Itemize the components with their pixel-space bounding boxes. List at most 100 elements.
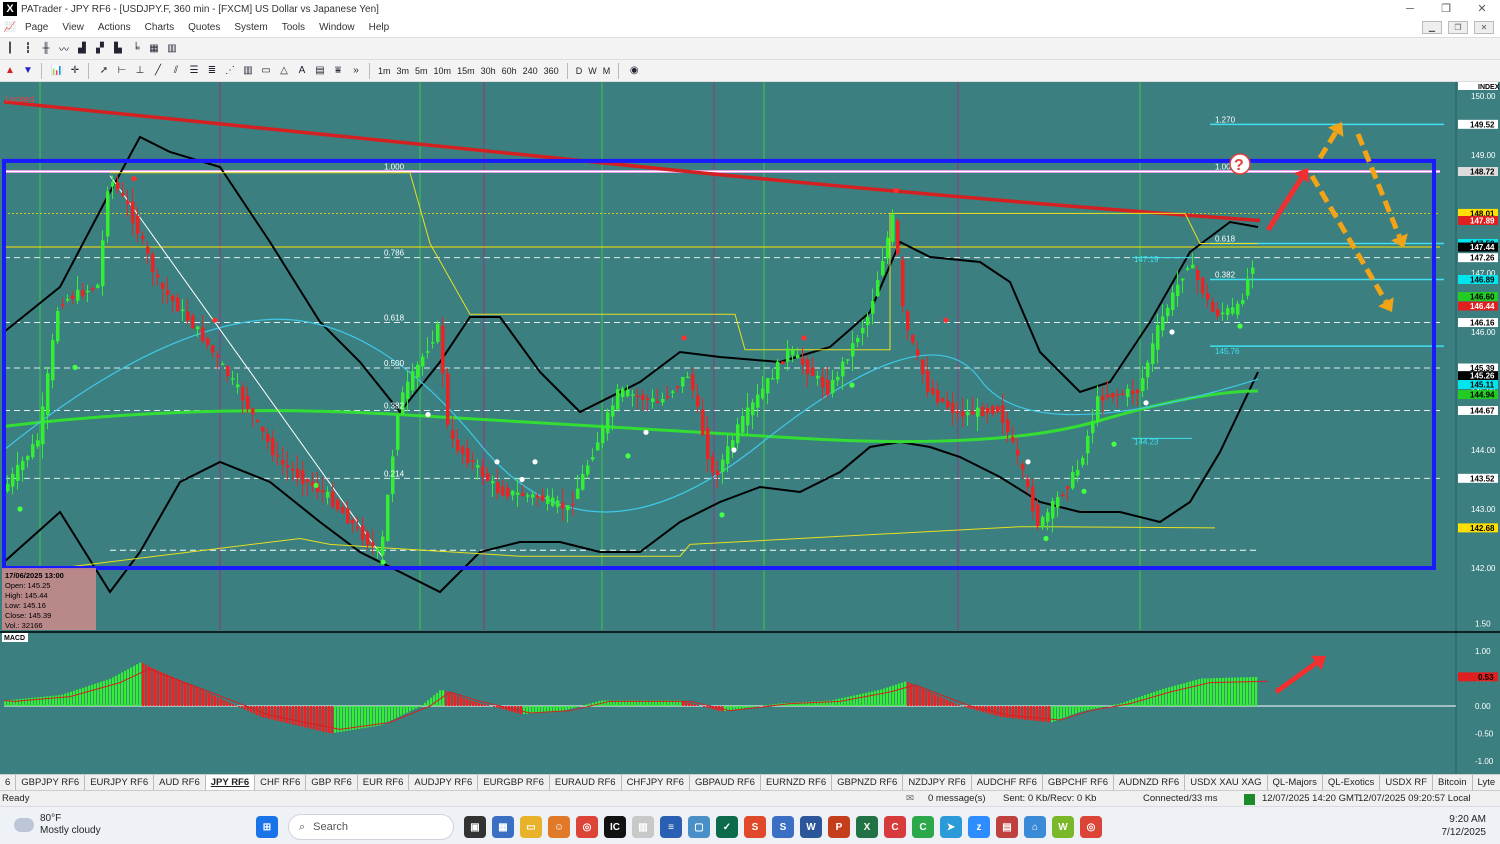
rectangle-icon[interactable]: ▭ [258,63,274,79]
order-icon[interactable]: ▼ [20,63,36,79]
timeframe-m[interactable]: M [600,66,614,76]
mdi-close-button[interactable]: ✕ [1474,21,1494,34]
symbol-tab[interactable]: Lyte [1473,775,1500,790]
clock[interactable]: 9:20 AM 7/12/2025 [1442,813,1487,839]
menu-system[interactable]: System [227,22,274,33]
symbol-tab[interactable]: EURAUD RF6 [550,775,622,790]
symbol-tab[interactable]: 6 [0,775,17,790]
price-chart[interactable]: 1.000 0.786 0.618 0.500 0.382 0.214 1.270 1.00 0… [0,82,1500,774]
area-chart-icon[interactable]: ▟ [74,41,90,57]
symbol-tab[interactable]: USDX RF [1380,775,1434,790]
screen-icon[interactable]: ▢ [688,816,710,838]
bar-chart-icon[interactable]: ┃ [2,41,18,57]
clock-icon[interactable]: ◉ [626,63,642,79]
mdi-restore-button[interactable]: ❐ [1448,21,1468,34]
symbol-tab[interactable]: NZDJPY RF6 [903,775,972,790]
heikin-ashi-icon[interactable]: ▞ [92,41,108,57]
channel-icon[interactable]: ⫽ [168,63,184,79]
app-box-icon[interactable]: ▤ [996,816,1018,838]
telegram-icon[interactable]: ➤ [940,816,962,838]
menu-charts[interactable]: Charts [138,22,181,33]
app-orange-icon[interactable]: ☺ [548,816,570,838]
app-c-green-icon[interactable]: C [912,816,934,838]
mdi-minimize-button[interactable]: ▁ [1422,21,1442,34]
powerpoint-icon[interactable]: P [828,816,850,838]
gann-icon[interactable]: ▥ [240,63,256,79]
trend-line-icon[interactable]: ╱ [150,63,166,79]
symbol-tab[interactable]: GBPCHF RF6 [1043,775,1115,790]
menu-page[interactable]: Page [18,22,55,33]
chrome-icon[interactable]: ◎ [576,816,598,838]
symbol-tab[interactable]: QL-Majors [1268,775,1323,790]
timeframe-3m[interactable]: 3m [394,66,413,76]
zoom-icon[interactable]: z [968,816,990,838]
file-explorer-icon[interactable]: ▭ [520,816,542,838]
buy-sell-icon[interactable]: ▲ [2,63,18,79]
timeframe-10m[interactable]: 10m [431,66,455,76]
renko-icon[interactable]: ▙ [110,41,126,57]
timeframe-360[interactable]: 360 [541,66,562,76]
search-box[interactable]: ⌕ Search [288,814,454,840]
pitchfork-icon[interactable]: ⩸ [330,63,346,79]
symbol-tab[interactable]: GBPJPY RF6 [16,775,86,790]
symbol-tab[interactable]: AUDCHF RF6 [972,775,1043,790]
menu-tools[interactable]: Tools [275,22,312,33]
symbol-tab[interactable]: QL-Exotics [1323,775,1381,790]
timeframe-1m[interactable]: 1m [375,66,394,76]
symbol-tab[interactable]: GBP RF6 [306,775,358,790]
symbol-tab[interactable]: CHF RF6 [255,775,307,790]
timeframe-5m[interactable]: 5m [412,66,431,76]
weather-widget[interactable]: 80°F Mostly cloudy [14,813,101,837]
timeframe-w[interactable]: W [585,66,600,76]
kagi-icon[interactable]: ╘ [128,41,144,57]
chart-menu-icon[interactable]: 📈 [2,20,18,36]
charts-app-icon[interactable]: ▥ [632,816,654,838]
trading-icon[interactable]: ✓ [716,816,738,838]
symbol-tab[interactable]: CHFJPY RF6 [622,775,690,790]
calculator-icon[interactable]: ▦ [492,816,514,838]
symbol-tab[interactable]: Bitcoin [1433,775,1473,790]
symbol-tab[interactable]: GBPAUD RF6 [690,775,761,790]
word-icon[interactable]: W [800,816,822,838]
levels-icon[interactable]: ▤ [312,63,328,79]
symbol-tab[interactable]: JPY RF6 [205,775,256,790]
text-icon[interactable]: A [294,63,310,79]
symbol-tab[interactable]: EURNZD RF6 [761,775,833,790]
symbol-tab[interactable]: EUR RF6 [358,775,410,790]
symbol-tab[interactable]: EURGBP RF6 [478,775,550,790]
crosshair-icon[interactable]: ✛ [67,63,83,79]
maximize-button[interactable]: ❐ [1428,0,1464,18]
mail-icon[interactable]: ✉ [906,793,914,804]
symbol-tab[interactable]: AUDJPY RF6 [409,775,479,790]
fib-fan-icon[interactable]: ⋰ [222,63,238,79]
pointer-icon[interactable]: ➚ [96,63,112,79]
horizontal-line-icon[interactable]: ⊢ [114,63,130,79]
app-s-red-icon[interactable]: S [744,816,766,838]
menu-window[interactable]: Window [312,22,362,33]
fib-extension-icon[interactable]: ≣ [204,63,220,79]
indicator-icon[interactable]: 📊 [49,63,65,79]
symbol-tab[interactable]: AUDNZD RF6 [1114,775,1186,790]
menu-actions[interactable]: Actions [91,22,138,33]
timeframe-240[interactable]: 240 [520,66,541,76]
menu-view[interactable]: View [55,22,91,33]
excel-icon[interactable]: X [856,816,878,838]
chart-area[interactable]: 1.000 0.786 0.618 0.500 0.382 0.214 1.270 1.00 0… [0,82,1500,774]
menu-help[interactable]: Help [362,22,397,33]
line-chart-icon[interactable]: 〰 [56,41,72,57]
ohlc-chart-icon[interactable]: ╫ [38,41,54,57]
chrome-2-icon[interactable]: ◎ [1080,816,1102,838]
store-icon[interactable]: ⌂ [1024,816,1046,838]
minimize-button[interactable]: ─ [1392,0,1428,18]
vertical-line-icon[interactable]: ⊥ [132,63,148,79]
triangle-icon[interactable]: △ [276,63,292,79]
symbol-tab[interactable]: USDX XAU XAG [1185,775,1268,790]
symbol-tab[interactable]: EURJPY RF6 [85,775,155,790]
timeframe-15m[interactable]: 15m [454,66,478,76]
symbol-tab[interactable]: AUD RF6 [154,775,206,790]
candle-chart-icon[interactable]: ┇ [20,41,36,57]
task-view-icon[interactable]: ▣ [464,816,486,838]
menu-quotes[interactable]: Quotes [181,22,227,33]
timeframe-60h[interactable]: 60h [499,66,520,76]
symbol-tab[interactable]: GBPNZD RF6 [832,775,904,790]
